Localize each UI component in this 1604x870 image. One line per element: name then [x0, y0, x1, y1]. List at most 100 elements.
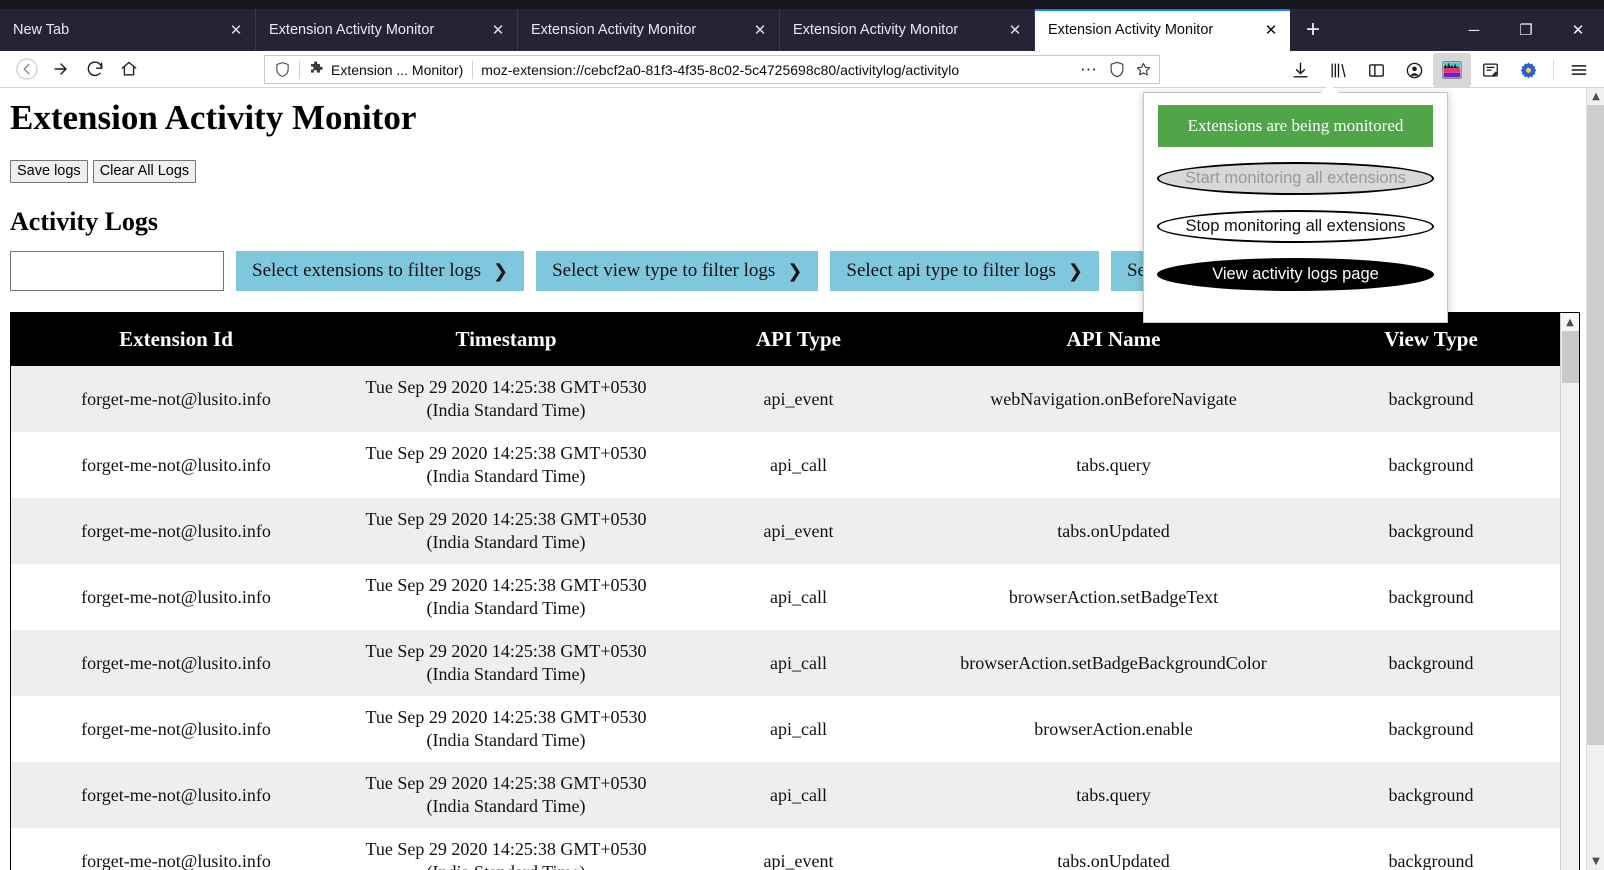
- chevron-right-icon: ❯: [1067, 260, 1083, 282]
- cell-api-type: api_call: [770, 586, 827, 607]
- window-controls: ─ ❐ ✕: [1448, 9, 1604, 51]
- back-arrow-icon[interactable]: [10, 53, 44, 85]
- cell-view-type: background: [1388, 784, 1474, 805]
- cell-timestamp: Tue Sep 29 2020 14:25:38 GMT+0530(India …: [341, 564, 671, 630]
- table-row[interactable]: forget-me-not@lusito.info Tue Sep 29 2020…: [11, 432, 1561, 499]
- page-scrollbar[interactable]: ▲ ▼: [1586, 88, 1604, 870]
- tab-extension-activity-monitor-3[interactable]: Extension Activity Monitor ✕: [780, 9, 1035, 51]
- extension-identity-label: Extension ... Monitor): [331, 61, 464, 78]
- hamburger-menu-icon[interactable]: [1560, 53, 1598, 87]
- cell-extension-id: forget-me-not@lusito.info: [81, 850, 271, 870]
- tab-close-icon[interactable]: ✕: [489, 23, 507, 38]
- cell-timestamp: Tue Sep 29 2020 14:25:38 GMT+0530(India …: [341, 696, 671, 762]
- extension-puzzle-icon: [309, 60, 325, 79]
- timestamp-line-2: (India Standard Time): [426, 796, 586, 817]
- address-bar[interactable]: Extension ... Monitor) moz-extension://c…: [264, 55, 1160, 84]
- table-row[interactable]: forget-me-not@lusito.info Tue Sep 29 2020…: [11, 696, 1561, 763]
- account-icon[interactable]: [1395, 53, 1433, 87]
- new-tab-button[interactable]: +: [1290, 9, 1336, 51]
- view-activity-logs-button[interactable]: View activity logs page: [1157, 258, 1434, 291]
- cell-extension-id: forget-me-not@lusito.info: [81, 520, 271, 541]
- stop-monitoring-button[interactable]: Stop monitoring all extensions: [1157, 210, 1434, 243]
- bookmark-star-icon[interactable]: [1131, 61, 1159, 78]
- cell-view-type: background: [1388, 388, 1474, 409]
- tab-label: Extension Activity Monitor: [1048, 22, 1214, 38]
- column-header-extension-id[interactable]: Extension Id: [11, 313, 341, 366]
- browser-window: New Tab ✕ Extension Activity Monitor ✕ E…: [0, 0, 1604, 870]
- cell-api-type: api_event: [763, 388, 834, 409]
- cell-view-type: background: [1388, 454, 1474, 475]
- tab-strip: New Tab ✕ Extension Activity Monitor ✕ E…: [0, 9, 1604, 51]
- timestamp-line-2: (India Standard Time): [426, 730, 586, 751]
- activity-monitor-extension-icon[interactable]: [1433, 53, 1471, 87]
- filter-api-type-button[interactable]: Select api type to filter logs ❯: [830, 251, 1099, 291]
- clear-all-logs-button[interactable]: Clear All Logs: [92, 160, 197, 183]
- tab-new-tab[interactable]: New Tab ✕: [0, 9, 256, 51]
- table-row[interactable]: forget-me-not@lusito.info Tue Sep 29 2020…: [11, 366, 1561, 433]
- tab-close-icon[interactable]: ✕: [1006, 23, 1024, 38]
- timestamp-line-1: Tue Sep 29 2020 14:25:38 GMT+0530: [365, 707, 647, 728]
- extension-popup-panel: Extensions are being monitored Start mon…: [1143, 84, 1448, 323]
- timestamp-line-2: (India Standard Time): [426, 598, 586, 619]
- table-row[interactable]: forget-me-not@lusito.info Tue Sep 29 2020…: [11, 564, 1561, 631]
- url-input[interactable]: moz-extension://cebcf2a0-81f3-4f35-8c02-…: [473, 62, 1075, 78]
- tab-close-icon[interactable]: ✕: [751, 23, 769, 38]
- cell-api-type: api_call: [770, 652, 827, 673]
- downloads-icon[interactable]: [1281, 53, 1319, 87]
- extension-identity-box[interactable]: Extension ... Monitor): [300, 60, 472, 79]
- table-row[interactable]: forget-me-not@lusito.info Tue Sep 29 2020…: [11, 828, 1561, 870]
- cell-timestamp: Tue Sep 29 2020 14:25:38 GMT+0530(India …: [341, 762, 671, 828]
- extension-secondary-icon[interactable]: [1471, 53, 1509, 87]
- column-header-timestamp[interactable]: Timestamp: [341, 313, 671, 366]
- close-window-icon[interactable]: ✕: [1552, 9, 1604, 51]
- settings-gear-icon[interactable]: [1509, 53, 1547, 87]
- tab-extension-activity-monitor-4-active[interactable]: Extension Activity Monitor ✕: [1035, 9, 1290, 51]
- tab-close-icon[interactable]: ✕: [1262, 23, 1280, 38]
- start-monitoring-button[interactable]: Start monitoring all extensions: [1157, 162, 1434, 195]
- filter-extensions-button[interactable]: Select extensions to filter logs ❯: [236, 251, 525, 291]
- table-row[interactable]: forget-me-not@lusito.info Tue Sep 29 2020…: [11, 630, 1561, 697]
- reload-icon[interactable]: [78, 53, 112, 85]
- tab-strip-spacer: [1336, 9, 1448, 51]
- timestamp-line-2: (India Standard Time): [347, 861, 665, 870]
- table-row[interactable]: forget-me-not@lusito.info Tue Sep 29 2020…: [11, 762, 1561, 829]
- forward-arrow-icon[interactable]: [44, 53, 78, 85]
- cell-api-name: browserAction.enable: [1034, 718, 1193, 739]
- cell-api-name: tabs.query: [1076, 454, 1151, 475]
- timestamp-line-1: Tue Sep 29 2020 14:25:38 GMT+0530: [365, 575, 647, 596]
- cell-timestamp: Tue Sep 29 2020 14:25:38 GMT+0530(India …: [341, 630, 671, 696]
- tab-close-icon[interactable]: ✕: [227, 23, 245, 38]
- page-scroll-down-arrow-icon[interactable]: ▼: [1587, 853, 1604, 870]
- tab-extension-activity-monitor-2[interactable]: Extension Activity Monitor ✕: [518, 9, 780, 51]
- table-row[interactable]: forget-me-not@lusito.info Tue Sep 29 2020…: [11, 498, 1561, 565]
- background-window-ghost-text: [0, 0, 1604, 6]
- reader-view-icon[interactable]: [1103, 61, 1131, 78]
- minimize-icon[interactable]: ─: [1448, 9, 1500, 51]
- page-actions-icon[interactable]: ⋯: [1075, 60, 1103, 80]
- table-scroll-up-arrow-icon[interactable]: ▲: [1561, 313, 1579, 331]
- tab-extension-activity-monitor-1[interactable]: Extension Activity Monitor ✕: [256, 9, 518, 51]
- filter-view-type-button[interactable]: Select view type to filter logs ❯: [536, 251, 819, 291]
- column-header-api-type[interactable]: API Type: [671, 313, 926, 366]
- table-scroll-thumb[interactable]: [1562, 331, 1579, 383]
- timestamp-line-1: Tue Sep 29 2020 14:25:38 GMT+0530: [365, 443, 647, 464]
- save-logs-button[interactable]: Save logs: [10, 160, 88, 183]
- monitoring-status-banner: Extensions are being monitored: [1158, 105, 1433, 147]
- maximize-restore-icon[interactable]: ❐: [1500, 9, 1552, 51]
- cell-api-name: browserAction.setBadgeBackgroundColor: [960, 652, 1267, 673]
- library-icon[interactable]: [1319, 53, 1357, 87]
- table-scrollbar[interactable]: ▲: [1560, 313, 1579, 870]
- timestamp-line-2: (India Standard Time): [426, 466, 586, 487]
- table-body: forget-me-not@lusito.info Tue Sep 29 2020…: [11, 366, 1561, 870]
- timestamp-line-2: (India Standard Time): [426, 532, 586, 553]
- timestamp-line-1: Tue Sep 29 2020 14:25:38 GMT+0530: [365, 773, 647, 794]
- sidebar-icon[interactable]: [1357, 53, 1395, 87]
- search-input[interactable]: [10, 251, 224, 291]
- cell-extension-id: forget-me-not@lusito.info: [81, 586, 271, 607]
- page-scroll-up-arrow-icon[interactable]: ▲: [1587, 88, 1604, 105]
- shield-icon[interactable]: [265, 61, 299, 78]
- home-icon[interactable]: [112, 53, 146, 85]
- page-scroll-thumb[interactable]: [1587, 105, 1604, 745]
- cell-api-type: api_event: [763, 520, 834, 541]
- cell-api-name: browserAction.setBadgeText: [1008, 586, 1219, 607]
